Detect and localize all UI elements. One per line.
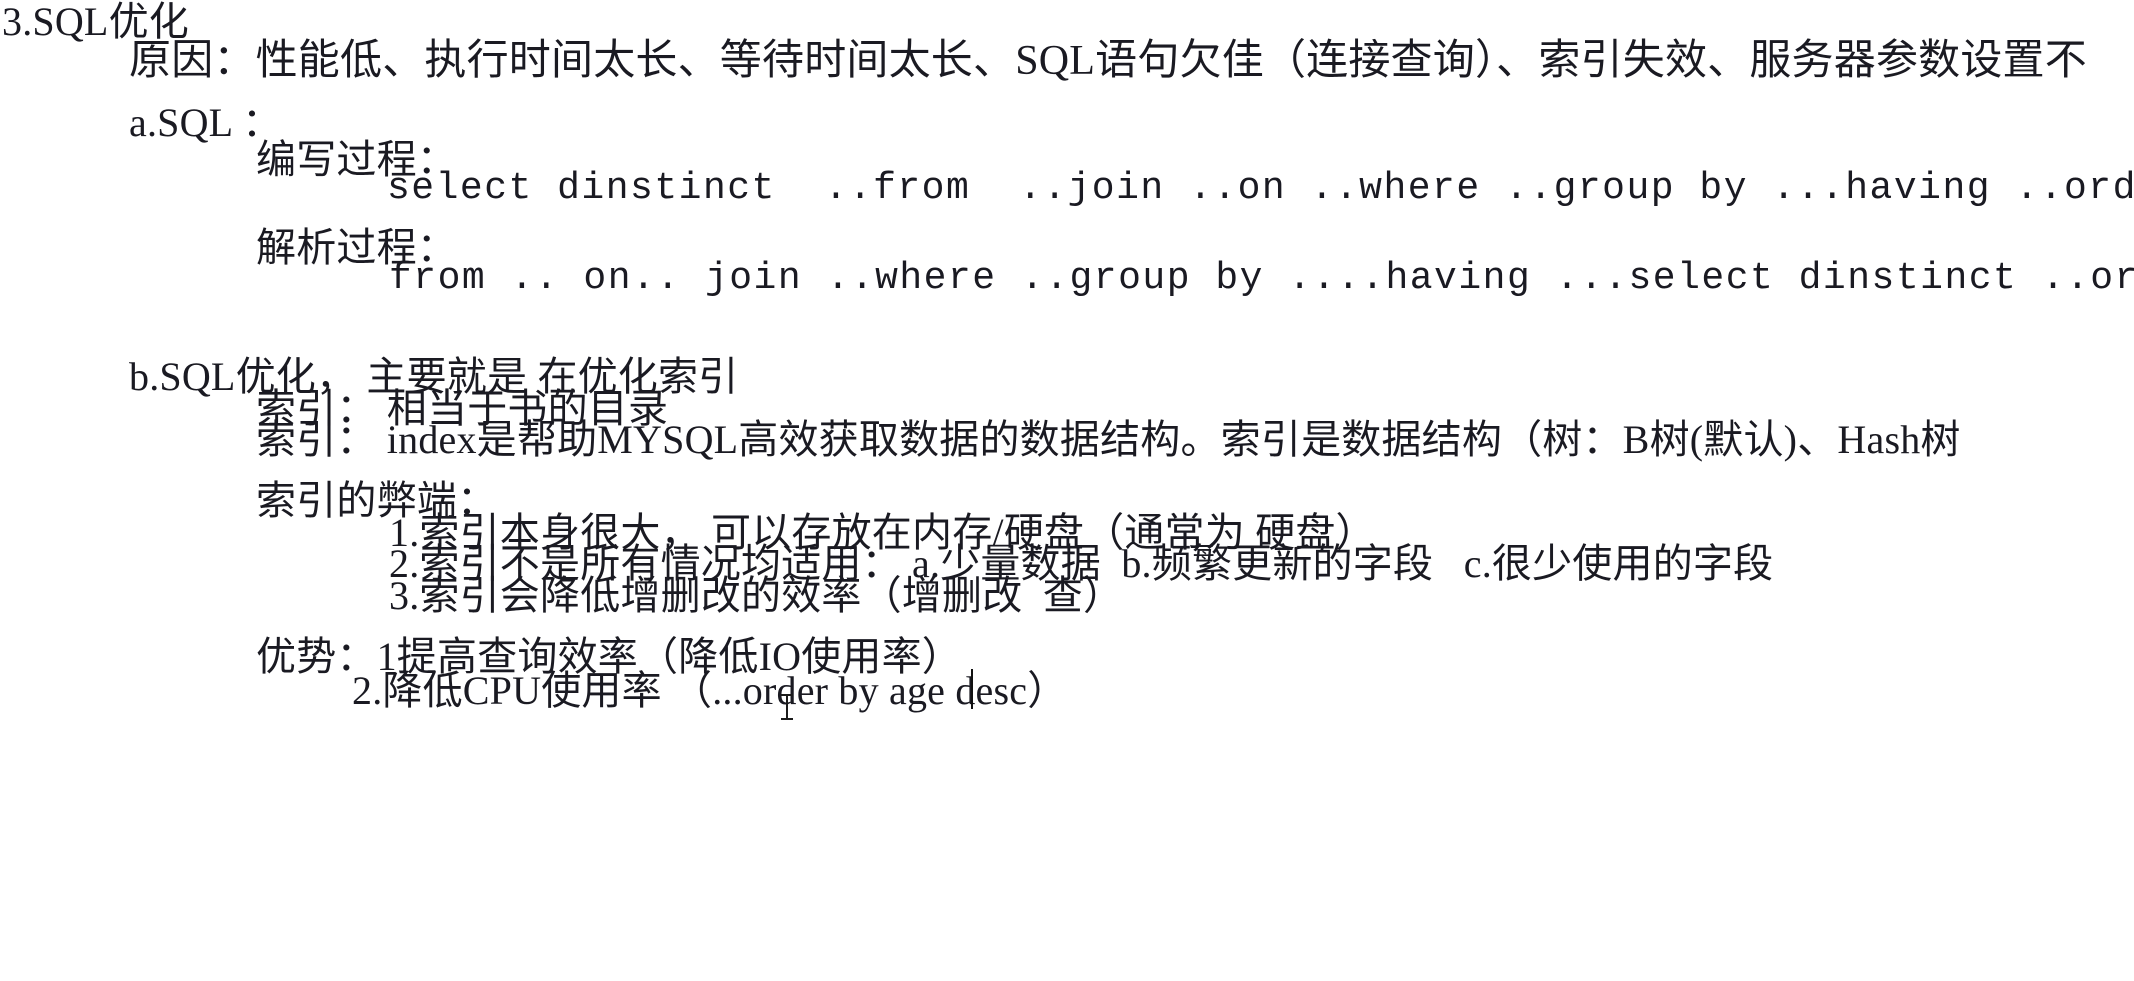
document-canvas[interactable]: 3.SQL优化 原因：性能低、执行时间太长、等待时间太长、SQL语句欠佳（连接查… [0,0,2134,981]
text-caret [971,669,973,709]
i-beam-bottom-cap [781,718,793,720]
index-definition-full: 索引： index是帮助MYSQL高效获取数据的数据结构。索引是数据结构（树：B… [256,417,1961,462]
heading-sql-optimization: 3.SQL优化 [2,0,189,44]
reason-line: 原因：性能低、执行时间太长、等待时间太长、SQL语句欠佳（连接查询）、索引失效、… [129,38,2087,84]
parse-process-code: from .. on.. join ..where ..group by ...… [389,257,2134,300]
writing-process-code: select dinstinct ..from ..join ..on ..wh… [387,167,2134,210]
advantages-item-2: 2.降低CPU使用率 （...order by age desc） [352,668,1068,713]
drawback-item-3: 3.索引会降低增删改的效率（增删改 查） [389,573,1124,618]
